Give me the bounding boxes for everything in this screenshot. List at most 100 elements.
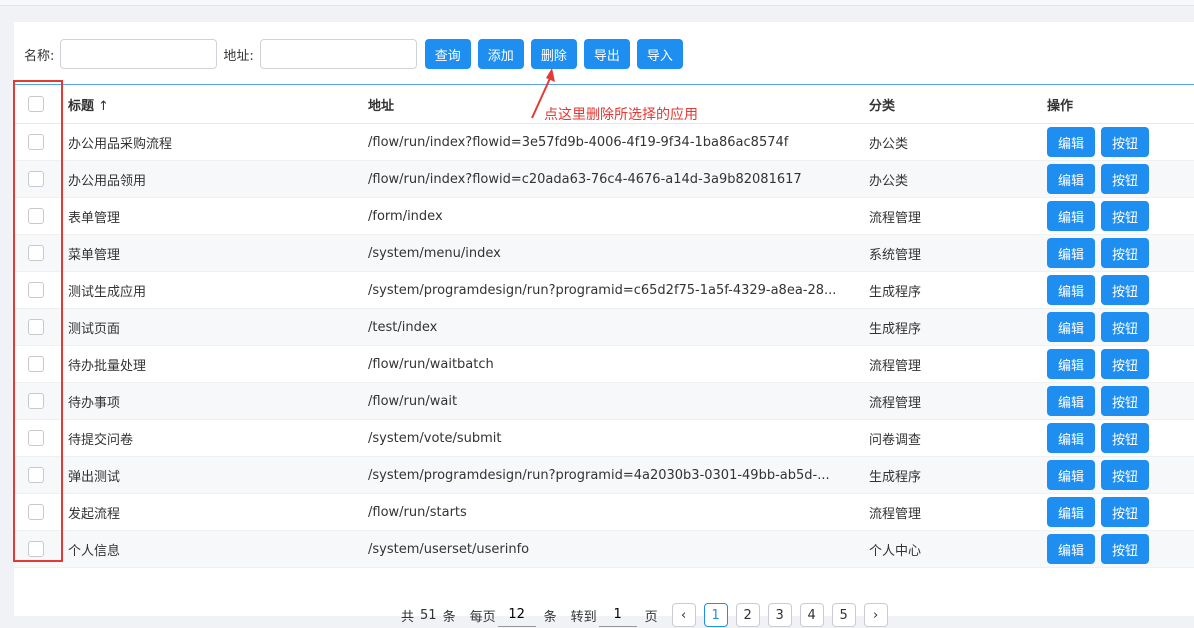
total-prefix: 共 xyxy=(401,609,415,625)
row-checkbox[interactable] xyxy=(28,393,44,409)
row-title: 待提交问卷 xyxy=(68,432,134,448)
row-checkbox[interactable] xyxy=(28,282,44,298)
header-checkbox-cell xyxy=(14,96,58,112)
per-page-input[interactable] xyxy=(497,603,536,627)
row-ops: 编辑 按钮 xyxy=(1037,460,1187,490)
name-search-input[interactable] xyxy=(60,39,218,69)
goto-page-input[interactable] xyxy=(598,603,637,627)
row-checkbox[interactable] xyxy=(28,356,44,372)
edit-button[interactable]: 编辑 xyxy=(1047,164,1095,194)
chevron-right-icon: › xyxy=(873,607,879,623)
table-row: 测试生成应用/system/programdesign/run?programi… xyxy=(14,272,1194,309)
sort-ascending-icon[interactable]: ↑ xyxy=(98,99,109,114)
export-button[interactable]: 导出 xyxy=(583,39,630,69)
row-checkbox-cell xyxy=(14,393,58,409)
edit-button[interactable]: 编辑 xyxy=(1047,386,1095,416)
delete-button[interactable]: 删除 xyxy=(530,39,577,69)
pagination: 共 51 条 每页 条 转到 页 ‹ 12345 › xyxy=(401,602,888,628)
row-action-button[interactable]: 按钮 xyxy=(1101,238,1149,268)
query-button[interactable]: 查询 xyxy=(424,39,471,69)
row-title: 测试页面 xyxy=(68,321,121,337)
table-row: 弹出测试/system/programdesign/run?programid=… xyxy=(14,457,1194,494)
row-cat: 问卷调查 xyxy=(869,432,922,448)
row-checkbox-cell xyxy=(14,134,58,150)
per-page-suffix: 条 xyxy=(543,609,557,625)
row-action-button[interactable]: 按钮 xyxy=(1101,164,1149,194)
edit-button[interactable]: 编辑 xyxy=(1047,423,1095,453)
row-ops: 编辑 按钮 xyxy=(1037,349,1187,379)
edit-button[interactable]: 编辑 xyxy=(1047,497,1095,527)
row-checkbox[interactable] xyxy=(28,467,44,483)
per-page-prefix: 每页 xyxy=(469,609,496,625)
row-title: 菜单管理 xyxy=(68,247,121,263)
page-button[interactable]: 3 xyxy=(767,603,792,627)
row-checkbox-cell xyxy=(14,467,58,483)
table-row: 办公用品领用/flow/run/index?flowid=c20ada63-76… xyxy=(14,161,1194,198)
edit-button[interactable]: 编辑 xyxy=(1047,534,1095,564)
row-action-button[interactable]: 按钮 xyxy=(1101,497,1149,527)
row-action-button[interactable]: 按钮 xyxy=(1101,201,1149,231)
row-cat: 流程管理 xyxy=(869,210,922,226)
row-ops: 编辑 按钮 xyxy=(1037,164,1187,194)
page-numbers: 12345 xyxy=(696,603,856,627)
next-page-button[interactable]: › xyxy=(863,603,888,627)
row-checkbox[interactable] xyxy=(28,319,44,335)
edit-button[interactable]: 编辑 xyxy=(1047,275,1095,305)
row-title: 办公用品领用 xyxy=(68,173,147,189)
page-button[interactable]: 4 xyxy=(799,603,824,627)
row-action-button[interactable]: 按钮 xyxy=(1101,312,1149,342)
row-title: 测试生成应用 xyxy=(68,284,147,300)
prev-page-button[interactable]: ‹ xyxy=(671,603,696,627)
row-title: 表单管理 xyxy=(68,210,121,226)
edit-button[interactable]: 编辑 xyxy=(1047,312,1095,342)
row-addr: /flow/run/starts xyxy=(368,504,467,520)
row-action-button[interactable]: 按钮 xyxy=(1101,423,1149,453)
row-addr: /flow/run/waitbatch xyxy=(368,356,494,372)
row-action-button[interactable]: 按钮 xyxy=(1101,386,1149,416)
edit-button[interactable]: 编辑 xyxy=(1047,238,1095,268)
table-row: 个人信息/system/userset/userinfo 个人中心 编辑 按钮 xyxy=(14,531,1194,568)
row-checkbox-cell xyxy=(14,430,58,446)
select-all-checkbox[interactable] xyxy=(28,96,44,112)
row-action-button[interactable]: 按钮 xyxy=(1101,460,1149,490)
top-border xyxy=(0,0,1194,6)
addr-search-input[interactable] xyxy=(259,39,417,69)
row-ops: 编辑 按钮 xyxy=(1037,201,1187,231)
row-cat: 生成程序 xyxy=(869,321,922,337)
edit-button[interactable]: 编辑 xyxy=(1047,127,1095,157)
table-row: 办公用品采购流程/flow/run/index?flowid=3e57fd9b-… xyxy=(14,124,1194,161)
add-button[interactable]: 添加 xyxy=(477,39,524,69)
row-checkbox[interactable] xyxy=(28,134,44,150)
header-title[interactable]: 标题 ↑ xyxy=(58,95,358,114)
row-checkbox[interactable] xyxy=(28,541,44,557)
row-title: 发起流程 xyxy=(68,506,121,522)
row-checkbox[interactable] xyxy=(28,208,44,224)
row-checkbox-cell xyxy=(14,245,58,261)
row-checkbox[interactable] xyxy=(28,430,44,446)
edit-button[interactable]: 编辑 xyxy=(1047,201,1095,231)
row-cat: 流程管理 xyxy=(869,506,922,522)
table-row: 测试页面/test/index 生成程序 编辑 按钮 xyxy=(14,309,1194,346)
goto-suffix: 页 xyxy=(644,609,658,625)
row-checkbox[interactable] xyxy=(28,245,44,261)
page-button[interactable]: 5 xyxy=(831,603,856,627)
row-action-button[interactable]: 按钮 xyxy=(1101,534,1149,564)
row-title: 办公用品采购流程 xyxy=(68,136,173,152)
edit-button[interactable]: 编辑 xyxy=(1047,349,1095,379)
row-checkbox[interactable] xyxy=(28,504,44,520)
page-button[interactable]: 1 xyxy=(703,603,728,627)
row-addr: /system/userset/userinfo xyxy=(368,541,530,557)
row-checkbox[interactable] xyxy=(28,171,44,187)
row-cat: 个人中心 xyxy=(869,543,922,559)
chevron-left-icon: ‹ xyxy=(681,607,687,623)
row-checkbox-cell xyxy=(14,171,58,187)
page-button[interactable]: 2 xyxy=(735,603,760,627)
total-count: 51 xyxy=(420,607,437,623)
row-action-button[interactable]: 按钮 xyxy=(1101,275,1149,305)
import-button[interactable]: 导入 xyxy=(636,39,683,69)
app-table: 标题 ↑ 地址 分类 操作 办公用品采购流程/flow/run/index?flo… xyxy=(14,84,1194,568)
row-action-button[interactable]: 按钮 xyxy=(1101,127,1149,157)
row-action-button[interactable]: 按钮 xyxy=(1101,349,1149,379)
edit-button[interactable]: 编辑 xyxy=(1047,460,1095,490)
row-ops: 编辑 按钮 xyxy=(1037,127,1187,157)
